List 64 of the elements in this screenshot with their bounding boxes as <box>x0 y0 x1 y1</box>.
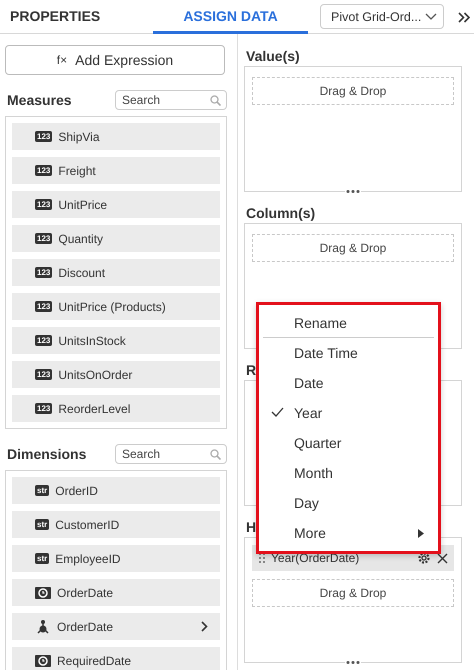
type-badge: 123 <box>35 131 52 142</box>
search-field[interactable]: Search <box>115 90 227 110</box>
field-item[interactable]: str CustomerID <box>12 511 220 538</box>
type-badge: 123 <box>35 233 52 244</box>
menu-item[interactable]: Day <box>263 488 434 518</box>
menu-item[interactable]: Quarter <box>263 428 434 458</box>
group-title: Dimensions <box>7 446 86 462</box>
type-badge: 123 <box>35 301 52 312</box>
field-item[interactable]: RequiredDate <box>12 647 220 670</box>
resize-handle-icon[interactable] <box>345 189 361 194</box>
field-item[interactable]: OrderDate <box>12 613 220 640</box>
section-heading: R <box>245 361 256 380</box>
search-field[interactable]: Search <box>115 444 227 464</box>
section-heading: H <box>245 518 256 537</box>
clock-icon <box>35 654 51 666</box>
field-item[interactable]: OrderDate <box>12 579 220 606</box>
type-badge: str <box>35 485 50 496</box>
type-badge: str <box>35 553 50 564</box>
menu-item[interactable]: Month <box>263 458 434 488</box>
menu-item[interactable]: More <box>263 518 434 548</box>
menu-item[interactable]: Rename <box>263 308 434 338</box>
type-badge: 123 <box>35 369 52 380</box>
drop-zone[interactable]: Drag & Drop <box>252 77 454 105</box>
field-item[interactable]: 123 UnitsOnOrder <box>12 361 220 388</box>
widget-dropdown[interactable]: Pivot Grid-Ord... <box>320 4 444 29</box>
chevron-down-icon <box>425 12 437 20</box>
submenu-arrow-icon <box>418 528 424 538</box>
type-badge: 123 <box>35 267 52 278</box>
type-badge: 123 <box>35 335 52 346</box>
menu-item[interactable]: Date <box>263 368 434 398</box>
type-badge: str <box>35 519 50 530</box>
field-item[interactable]: 123 Quantity <box>12 225 220 252</box>
check-icon <box>271 407 284 417</box>
clock-icon <box>35 586 51 598</box>
search-icon <box>210 94 221 106</box>
drop-zone[interactable]: Drag & Drop <box>252 579 454 607</box>
tab[interactable]: ASSIGN DATA <box>153 0 308 34</box>
section-heading: Column(s) <box>245 204 316 223</box>
settings-icon[interactable] <box>417 551 431 565</box>
field-item[interactable]: 123 Discount <box>12 259 220 286</box>
resize-handle-icon[interactable] <box>345 660 361 665</box>
chevron-right-icon <box>201 621 208 632</box>
group-title: Measures <box>7 92 72 108</box>
field-item[interactable]: str OrderID <box>12 477 220 504</box>
close-icon[interactable] <box>437 552 448 564</box>
double-chevron-icon[interactable] <box>458 12 470 23</box>
menu-item[interactable]: Year <box>263 398 434 428</box>
type-badge: 123 <box>35 199 52 210</box>
search-icon <box>210 448 221 460</box>
field-item[interactable]: 123 Freight <box>12 157 220 184</box>
field-item[interactable]: 123 UnitsInStock <box>12 327 220 354</box>
field-item[interactable]: 123 UnitPrice <box>12 191 220 218</box>
hierarchy-icon <box>35 618 51 634</box>
field-item[interactable]: 123 ReorderLevel <box>12 395 220 422</box>
add-expression-button[interactable]: f× Add Expression <box>5 45 225 75</box>
type-badge: 123 <box>35 165 52 176</box>
field-item[interactable]: str EmployeeID <box>12 545 220 572</box>
field-item[interactable]: 123 ShipVia <box>12 123 220 150</box>
field-item[interactable]: 123 UnitPrice (Products) <box>12 293 220 320</box>
drop-zone[interactable]: Drag & Drop <box>252 234 454 262</box>
menu-item[interactable]: Date Time <box>263 338 434 368</box>
section-heading: Value(s) <box>245 47 300 66</box>
type-badge: 123 <box>35 403 52 414</box>
tab[interactable]: PROPERTIES <box>0 0 153 34</box>
